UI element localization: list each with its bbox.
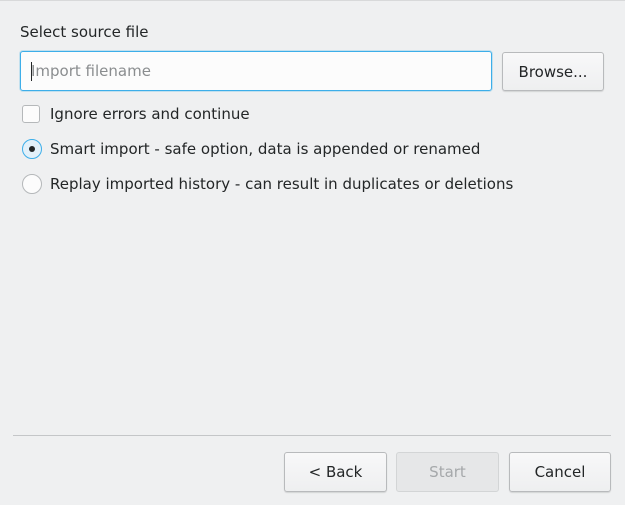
start-button[interactable]: Start (396, 452, 499, 492)
import-filename-input[interactable] (20, 51, 492, 91)
source-file-label: Select source file (20, 23, 149, 41)
smart-import-option[interactable]: Smart import - safe option, data is appe… (22, 138, 480, 160)
button-bar-separator (13, 435, 611, 436)
smart-import-radio[interactable] (22, 139, 42, 159)
ignore-errors-label: Ignore errors and continue (50, 105, 250, 123)
smart-import-label: Smart import - safe option, data is appe… (50, 140, 481, 158)
cancel-button[interactable]: Cancel (509, 452, 611, 492)
back-button[interactable]: < Back (284, 452, 387, 492)
ignore-errors-checkbox[interactable] (22, 105, 40, 123)
ignore-errors-option[interactable]: Ignore errors and continue (22, 103, 250, 125)
dialog-top-border (0, 0, 625, 1)
replay-history-label: Replay imported history - can result in … (50, 175, 514, 193)
text-cursor (31, 62, 32, 81)
replay-history-option[interactable]: Replay imported history - can result in … (22, 173, 513, 195)
browse-button[interactable]: Browse... (502, 52, 604, 91)
radio-selected-dot (29, 146, 35, 152)
replay-history-radio[interactable] (22, 174, 42, 194)
